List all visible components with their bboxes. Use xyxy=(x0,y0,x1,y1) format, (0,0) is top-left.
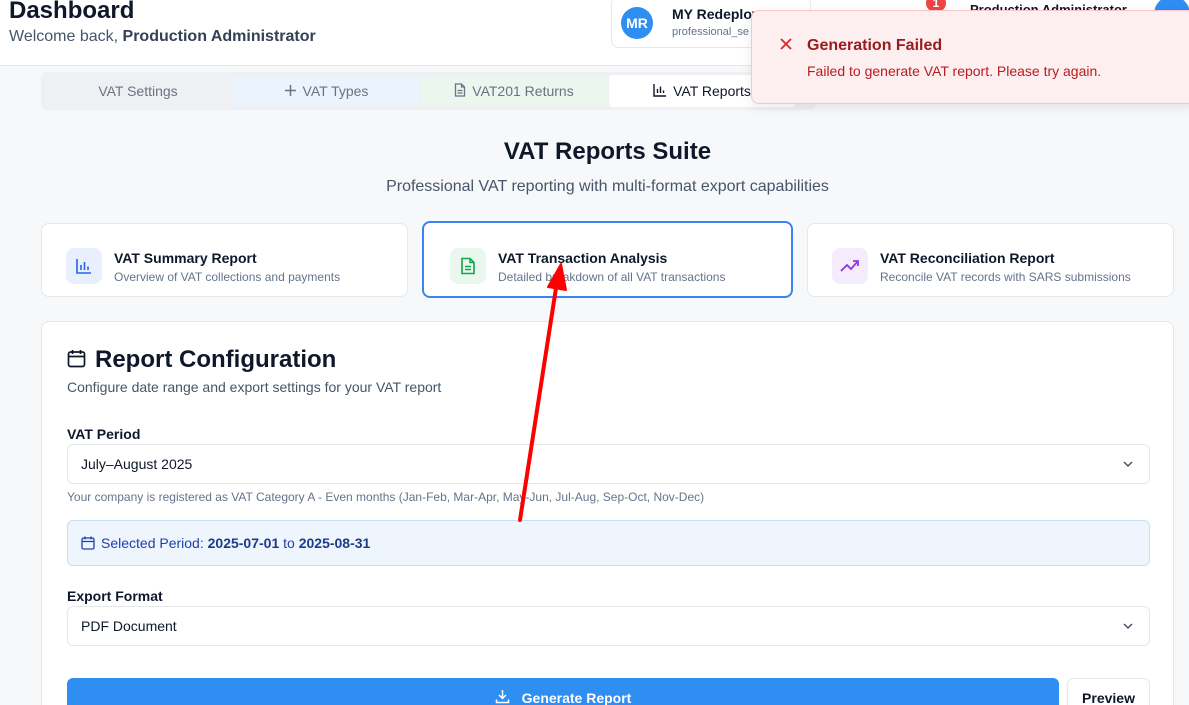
report-configuration-panel: Report Configuration Configure date rang… xyxy=(41,321,1174,705)
tab-vat-settings[interactable]: VAT Settings xyxy=(45,75,231,107)
toast-message: Failed to generate VAT report. Please tr… xyxy=(807,63,1102,79)
export-format-value: PDF Document xyxy=(81,618,177,634)
company-avatar: MR xyxy=(621,7,653,39)
chevron-down-icon xyxy=(1121,619,1135,638)
toast-title: Generation Failed xyxy=(807,37,943,54)
report-card-description: Reconcile VAT records with SARS submissi… xyxy=(880,270,1131,284)
bar-chart-icon xyxy=(66,248,102,284)
company-plan: professional_se xyxy=(672,26,750,38)
suite-title: VAT Reports Suite xyxy=(503,138,712,165)
error-toast: Generation Failed Failed to generate VAT… xyxy=(751,10,1189,104)
vat-period-hint: Your company is registered as VAT Catego… xyxy=(67,490,705,504)
selected-period-info: Selected Period: 2025-07-01 to 2025-08-3… xyxy=(67,520,1150,566)
calendar-icon xyxy=(67,349,86,373)
report-card-vat-summary[interactable]: VAT Summary Report Overview of VAT colle… xyxy=(41,223,408,297)
welcome-user-name: Production Administrator xyxy=(122,28,316,45)
trending-up-icon xyxy=(832,248,868,284)
vat-tab-bar: VAT Settings VAT Types VAT201 Returns VA… xyxy=(41,72,816,110)
export-format-select[interactable]: PDF Document xyxy=(67,606,1150,646)
report-card-title: VAT Transaction Analysis xyxy=(498,250,668,266)
selected-period-to: to xyxy=(279,535,299,551)
bar-chart-icon xyxy=(653,83,667,99)
welcome-prefix: Welcome back, xyxy=(9,28,123,45)
tab-label: VAT Types xyxy=(302,83,369,99)
report-card-description: Detailed breakdown of all VAT transactio… xyxy=(498,270,726,284)
generate-report-label: Generate Report xyxy=(521,690,632,705)
download-icon xyxy=(495,689,510,705)
report-card-title: VAT Reconciliation Report xyxy=(880,250,1055,266)
selected-period-end: 2025-08-31 xyxy=(298,535,371,551)
document-icon xyxy=(454,83,466,99)
welcome-message: Welcome back, Production Administrator xyxy=(9,28,316,46)
page-title: Dashboard xyxy=(9,0,135,24)
selected-period-start: 2025-07-01 xyxy=(207,535,280,551)
chevron-down-icon xyxy=(1121,457,1135,476)
vat-period-label: VAT Period xyxy=(67,426,141,442)
generate-report-button[interactable]: Generate Report xyxy=(67,678,1059,705)
suite-subtitle: Professional VAT reporting with multi-fo… xyxy=(386,178,829,195)
config-subtitle: Configure date range and export settings… xyxy=(67,379,442,395)
report-card-description: Overview of VAT collections and payments xyxy=(114,270,341,284)
calendar-icon xyxy=(81,536,95,555)
tab-label: VAT201 Returns xyxy=(472,83,574,99)
export-format-label: Export Format xyxy=(67,588,163,604)
close-icon[interactable] xyxy=(779,37,793,56)
config-title: Report Configuration xyxy=(95,346,337,373)
report-card-vat-transaction-analysis[interactable]: VAT Transaction Analysis Detailed breakd… xyxy=(422,221,793,298)
selected-period-prefix: Selected Period: xyxy=(101,535,208,551)
report-card-vat-reconciliation[interactable]: VAT Reconciliation Report Reconcile VAT … xyxy=(807,223,1174,297)
vat-period-select[interactable]: July–August 2025 xyxy=(67,444,1150,484)
tab-vat201-returns[interactable]: VAT201 Returns xyxy=(421,75,607,107)
tab-label: VAT Settings xyxy=(98,83,178,99)
report-card-title: VAT Summary Report xyxy=(114,250,257,266)
tab-vat-types[interactable]: VAT Types xyxy=(233,75,419,107)
preview-button[interactable]: Preview xyxy=(1067,678,1150,705)
vat-period-value: July–August 2025 xyxy=(81,456,193,472)
company-name: MY Redeploy xyxy=(672,6,760,22)
tab-label: VAT Reports xyxy=(673,83,751,99)
file-text-icon xyxy=(450,248,486,284)
selected-period-text: Selected Period: 2025-07-01 to 2025-08-3… xyxy=(101,535,370,551)
plus-icon xyxy=(284,84,297,99)
